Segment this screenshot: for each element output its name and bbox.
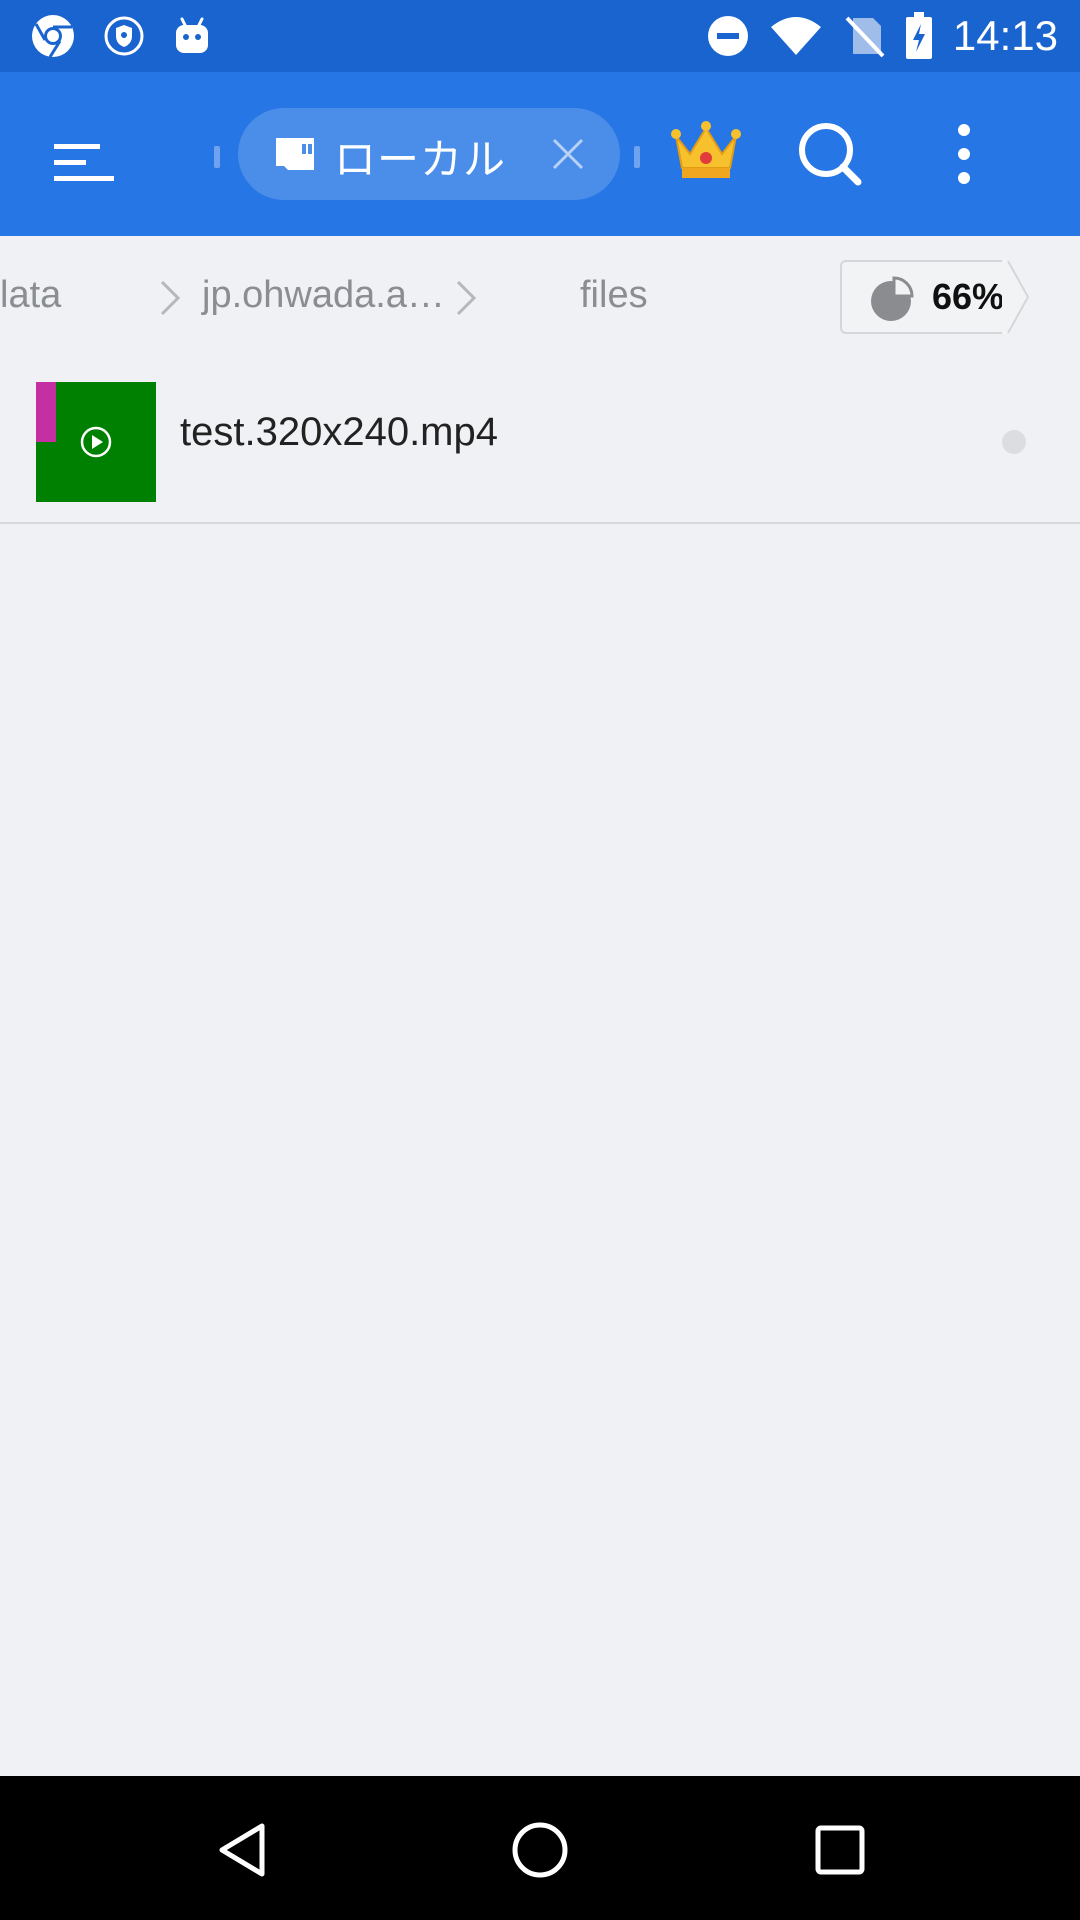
file-name: test.320x240.mp4 bbox=[180, 410, 498, 454]
do-not-disturb-icon bbox=[707, 15, 749, 57]
play-icon bbox=[80, 426, 112, 462]
home-button[interactable] bbox=[510, 1820, 570, 1884]
tab-scroll-right-indicator bbox=[634, 146, 640, 168]
breadcrumb-item-data[interactable]: lata bbox=[0, 274, 61, 317]
recents-icon bbox=[815, 1825, 865, 1875]
premium-button[interactable] bbox=[668, 116, 744, 190]
crown-icon bbox=[671, 121, 741, 178]
breadcrumb: lata jp.ohwada.a… files 66% bbox=[0, 236, 1080, 354]
back-button[interactable] bbox=[212, 1820, 272, 1884]
sd-card-icon bbox=[272, 136, 318, 176]
wifi-icon bbox=[769, 15, 823, 57]
search-button[interactable] bbox=[796, 120, 866, 194]
tab-label: ローカル bbox=[334, 135, 507, 184]
home-icon bbox=[512, 1822, 568, 1878]
vpn-shield-icon bbox=[104, 16, 144, 56]
android-debug-icon bbox=[172, 15, 212, 57]
status-bar-notifications bbox=[30, 12, 212, 60]
select-checkbox[interactable] bbox=[1002, 430, 1026, 454]
breadcrumb-item-package[interactable]: jp.ohwada.a… bbox=[202, 274, 445, 317]
thumbnail-color-bar bbox=[36, 382, 56, 442]
storage-percent: 66% bbox=[932, 276, 1005, 317]
app-bar: ローカル bbox=[0, 72, 1080, 236]
status-bar-system: 14:13 bbox=[707, 10, 1058, 62]
battery-charging-icon bbox=[905, 12, 933, 60]
chrome-icon bbox=[30, 13, 76, 59]
more-options-button[interactable] bbox=[944, 120, 984, 194]
back-icon bbox=[219, 1823, 265, 1877]
menu-button[interactable] bbox=[40, 116, 120, 192]
file-list-item[interactable]: test.320x240.mp4 bbox=[0, 364, 1080, 524]
no-sim-icon bbox=[843, 14, 885, 58]
tab-local[interactable]: ローカル bbox=[238, 108, 620, 200]
video-thumbnail bbox=[36, 382, 156, 502]
status-bar: 14:13 bbox=[0, 0, 1080, 72]
chevron-right-icon bbox=[158, 276, 182, 324]
recents-button[interactable] bbox=[814, 1824, 866, 1880]
breadcrumb-item-files[interactable]: files bbox=[580, 274, 648, 317]
tab-scroll-left-indicator bbox=[214, 146, 220, 168]
storage-arrow-shape bbox=[1002, 260, 1032, 338]
chevron-right-icon bbox=[454, 276, 478, 324]
pie-chart-icon bbox=[868, 276, 914, 326]
storage-usage-button[interactable]: 66% bbox=[840, 260, 1010, 334]
close-icon bbox=[552, 138, 584, 170]
close-tab-button[interactable] bbox=[546, 132, 590, 176]
navigation-bar bbox=[0, 1776, 1080, 1920]
status-time: 14:13 bbox=[952, 12, 1058, 59]
search-icon bbox=[799, 123, 862, 186]
more-vert-icon bbox=[958, 124, 970, 184]
menu-icon bbox=[54, 144, 114, 181]
